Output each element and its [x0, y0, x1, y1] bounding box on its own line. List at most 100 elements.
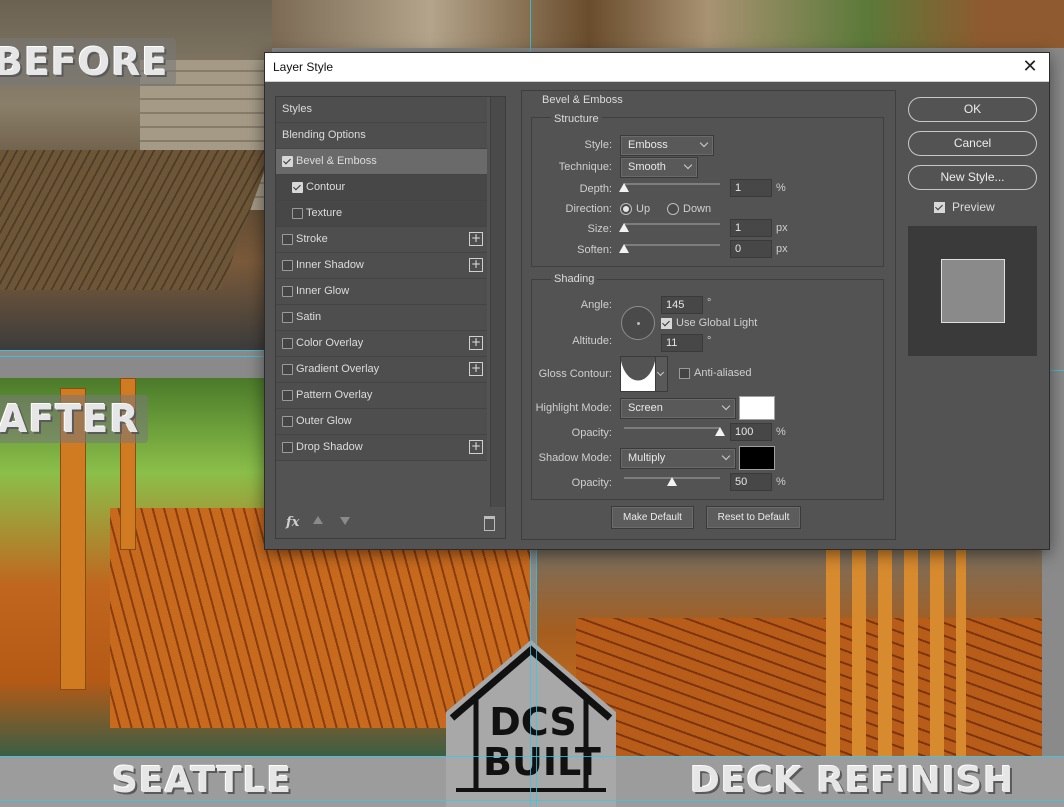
highlight-opacity-unit: % — [776, 426, 786, 438]
style-item-label: Stroke — [296, 233, 328, 245]
style-item-stroke[interactable]: Stroke + — [276, 227, 487, 253]
soften-slider-thumb[interactable] — [619, 244, 629, 253]
direction-up-radio[interactable] — [620, 203, 632, 215]
style-item-inner-shadow[interactable]: Inner Shadow + — [276, 253, 487, 279]
shadow-color-swatch[interactable] — [739, 446, 775, 470]
direction-down-radio[interactable] — [667, 203, 679, 215]
styles-list-footer: fx — [276, 507, 505, 538]
style-checkbox[interactable] — [282, 364, 293, 375]
gloss-contour-picker[interactable] — [620, 356, 656, 392]
style-item-styles[interactable]: Styles — [276, 97, 487, 123]
guide-line — [536, 548, 537, 807]
size-unit: px — [776, 222, 788, 234]
style-checkbox[interactable] — [292, 182, 303, 193]
cancel-button[interactable]: Cancel — [908, 131, 1037, 156]
style-item-label: Styles — [282, 103, 312, 115]
style-item-contour[interactable]: Contour — [276, 175, 487, 201]
shadow-opacity-label: Opacity: — [571, 477, 612, 489]
depth-slider-thumb[interactable] — [619, 183, 629, 192]
size-input[interactable]: 1 — [730, 219, 772, 237]
styles-list-scrollbar[interactable] — [490, 97, 505, 507]
highlight-mode-dropdown[interactable]: Screen — [620, 398, 736, 419]
depth-slider[interactable] — [624, 183, 720, 185]
technique-dropdown[interactable]: Smooth — [620, 157, 698, 178]
add-effect-icon[interactable]: + — [469, 362, 483, 376]
style-checkbox[interactable] — [282, 442, 293, 453]
size-slider[interactable] — [624, 223, 720, 225]
add-effect-icon[interactable]: + — [469, 232, 483, 246]
use-global-light-checkbox[interactable] — [661, 318, 672, 329]
style-item-texture[interactable]: Texture — [276, 201, 487, 227]
anti-aliased-label: Anti-aliased — [694, 367, 752, 379]
style-item-label: Pattern Overlay — [296, 389, 373, 401]
make-default-button[interactable]: Make Default — [611, 506, 694, 529]
style-checkbox[interactable] — [282, 156, 293, 167]
altitude-input[interactable]: 11 — [661, 334, 703, 352]
size-slider-thumb[interactable] — [619, 223, 629, 232]
anti-aliased-checkbox[interactable] — [679, 368, 690, 379]
altitude-label: Altitude: — [572, 335, 612, 347]
dialog-title: Layer Style — [273, 60, 334, 74]
highlight-opacity-label: Opacity: — [571, 427, 612, 439]
style-item-bevel-emboss[interactable]: Bevel & Emboss — [276, 149, 487, 175]
chevron-down-icon — [721, 451, 731, 461]
preview-thumbnail — [941, 259, 1005, 323]
style-checkbox[interactable] — [282, 312, 293, 323]
angle-input[interactable]: 145 — [661, 296, 703, 314]
highlight-opacity-slider[interactable] — [624, 427, 720, 429]
style-item-gradient-overlay[interactable]: Gradient Overlay + — [276, 357, 487, 383]
shadow-mode-dropdown[interactable]: Multiply — [620, 448, 736, 469]
style-checkbox[interactable] — [282, 260, 293, 271]
style-item-pattern-overlay[interactable]: Pattern Overlay — [276, 383, 487, 409]
guide-line — [0, 356, 264, 357]
style-item-label: Blending Options — [282, 129, 366, 141]
add-effect-icon[interactable]: + — [469, 258, 483, 272]
style-item-color-overlay[interactable]: Color Overlay + — [276, 331, 487, 357]
highlight-mode-value: Screen — [628, 402, 663, 414]
style-item-drop-shadow[interactable]: Drop Shadow + — [276, 435, 487, 461]
reset-to-default-button[interactable]: Reset to Default — [706, 506, 801, 529]
preview-checkbox[interactable] — [934, 202, 945, 213]
style-item-outer-glow[interactable]: Outer Glow — [276, 409, 487, 435]
soften-value: 0 — [735, 243, 742, 255]
style-checkbox[interactable] — [282, 286, 293, 297]
dialog-titlebar[interactable]: Layer Style ✕ — [265, 53, 1049, 82]
soften-input[interactable]: 0 — [730, 240, 772, 258]
close-icon[interactable]: ✕ — [1019, 56, 1041, 78]
move-up-icon[interactable] — [313, 516, 323, 524]
style-item-satin[interactable]: Satin — [276, 305, 487, 331]
style-preview — [908, 226, 1037, 356]
styles-list: Styles Blending Options Bevel & Emboss Cont… — [276, 97, 489, 507]
use-global-light-label: Use Global Light — [676, 317, 758, 329]
depth-input[interactable]: 1 — [730, 179, 772, 197]
style-checkbox[interactable] — [282, 338, 293, 349]
highlight-opacity-input[interactable]: 100 — [730, 423, 772, 441]
shadow-opacity-slider-thumb[interactable] — [667, 477, 677, 486]
add-effect-icon[interactable]: + — [469, 440, 483, 454]
gloss-contour-dropdown[interactable] — [655, 356, 668, 392]
ok-button[interactable]: OK — [908, 97, 1037, 122]
style-dropdown[interactable]: Emboss — [620, 135, 714, 156]
style-checkbox[interactable] — [292, 208, 303, 219]
trash-icon[interactable] — [484, 516, 495, 531]
new-style-button[interactable]: New Style... — [908, 165, 1037, 190]
highlight-color-swatch[interactable] — [739, 396, 775, 420]
style-checkbox[interactable] — [282, 416, 293, 427]
style-item-blending-options[interactable]: Blending Options — [276, 123, 487, 149]
soften-slider[interactable] — [624, 244, 720, 246]
highlight-opacity-slider-thumb[interactable] — [715, 427, 725, 436]
style-item-label: Drop Shadow — [296, 441, 363, 453]
shadow-opacity-unit: % — [776, 476, 786, 488]
style-item-inner-glow[interactable]: Inner Glow — [276, 279, 487, 305]
altitude-unit: ° — [707, 335, 712, 347]
fx-icon[interactable]: fx — [286, 515, 299, 530]
style-item-label: Inner Shadow — [296, 259, 364, 271]
move-down-icon[interactable] — [340, 517, 350, 525]
angle-dial[interactable] — [621, 306, 655, 340]
shadow-opacity-input[interactable]: 50 — [730, 473, 772, 491]
add-effect-icon[interactable]: + — [469, 336, 483, 350]
style-checkbox[interactable] — [282, 390, 293, 401]
style-checkbox[interactable] — [282, 234, 293, 245]
service-label: DECK REFINISH — [690, 760, 1015, 801]
logo-line-1: DCS — [489, 700, 577, 744]
